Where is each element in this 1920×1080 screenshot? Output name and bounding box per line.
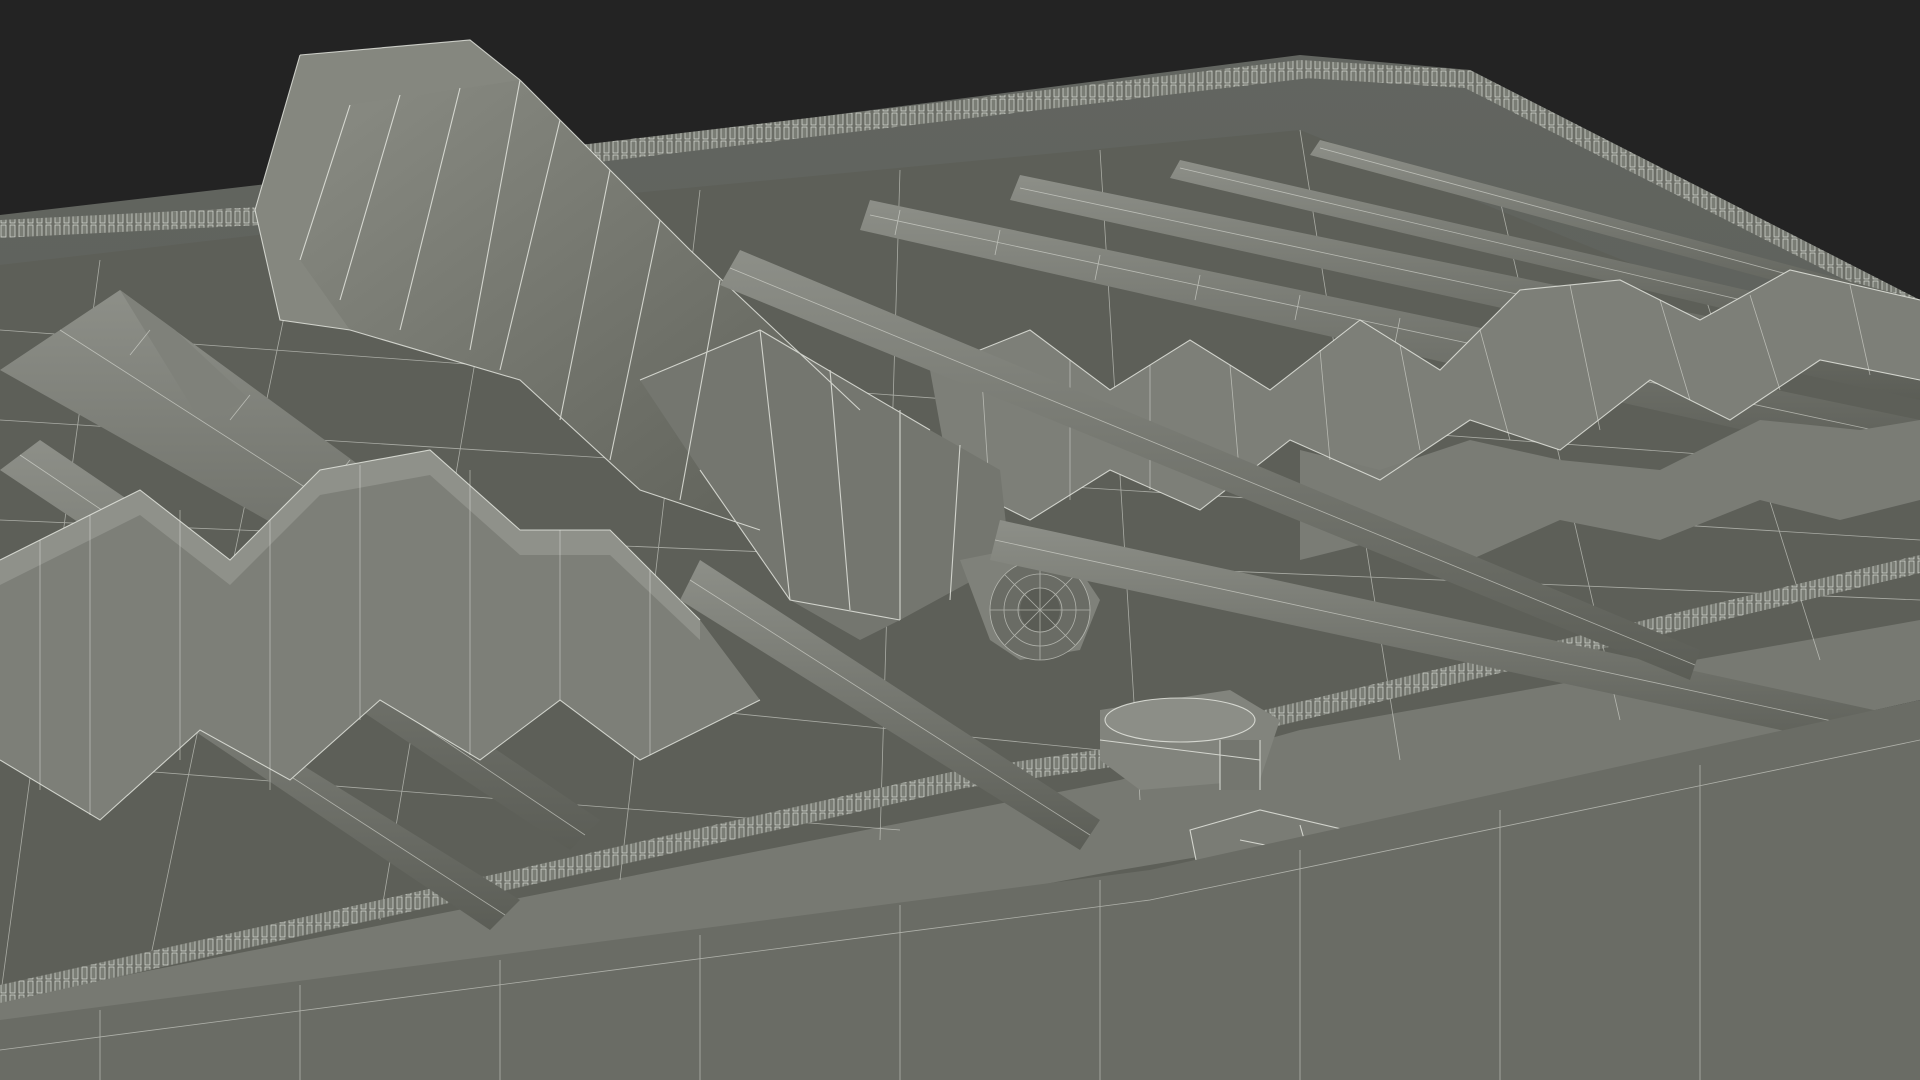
wireframe-3d-render (0, 39, 1920, 1080)
zipper-slider (1099, 690, 1280, 790)
